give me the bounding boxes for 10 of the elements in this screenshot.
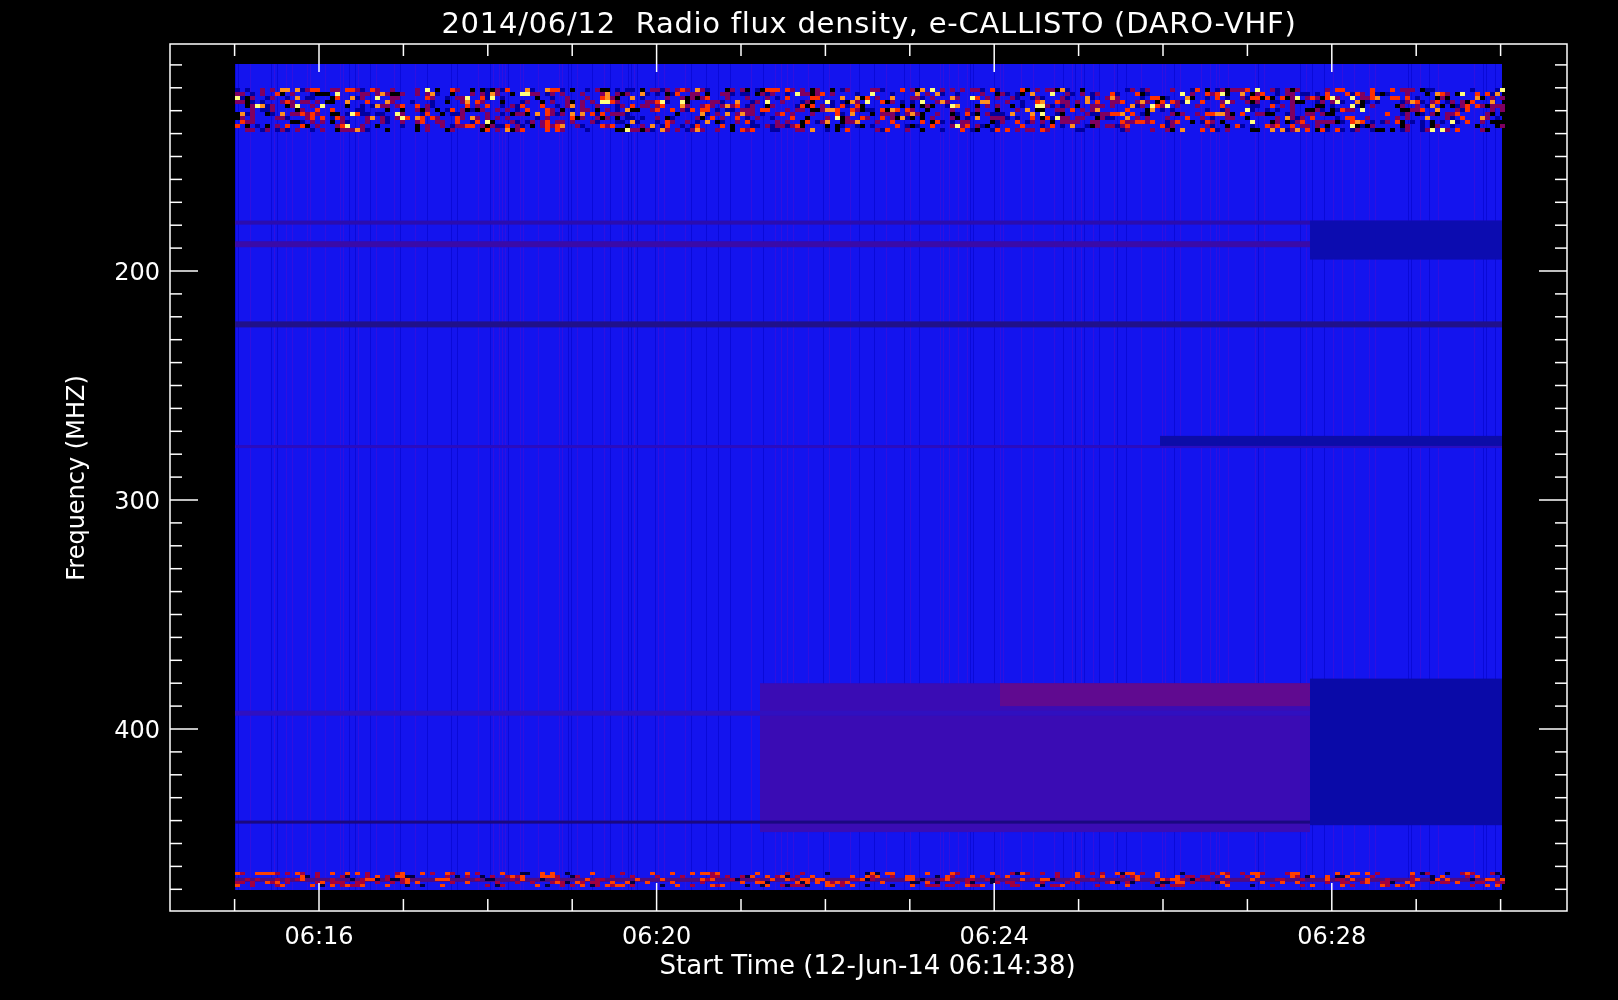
chart-title: 2014/06/12 Radio flux density, e-CALLISTO (DARO-VHF) (441, 6, 1297, 40)
axis-label: Frequency (MHZ) (62, 375, 90, 581)
tick-label: 06:20 (622, 922, 692, 950)
tick-label: 06:16 (284, 922, 354, 950)
tick-label: 400 (114, 716, 160, 744)
tick-label: 06:24 (959, 922, 1029, 950)
axis-label: Start Time (12-Jun-14 06:14:38) (659, 950, 1076, 980)
tick-label: 200 (114, 258, 160, 286)
tick-label: 06:28 (1297, 922, 1367, 950)
tick-label: 300 (114, 487, 160, 515)
